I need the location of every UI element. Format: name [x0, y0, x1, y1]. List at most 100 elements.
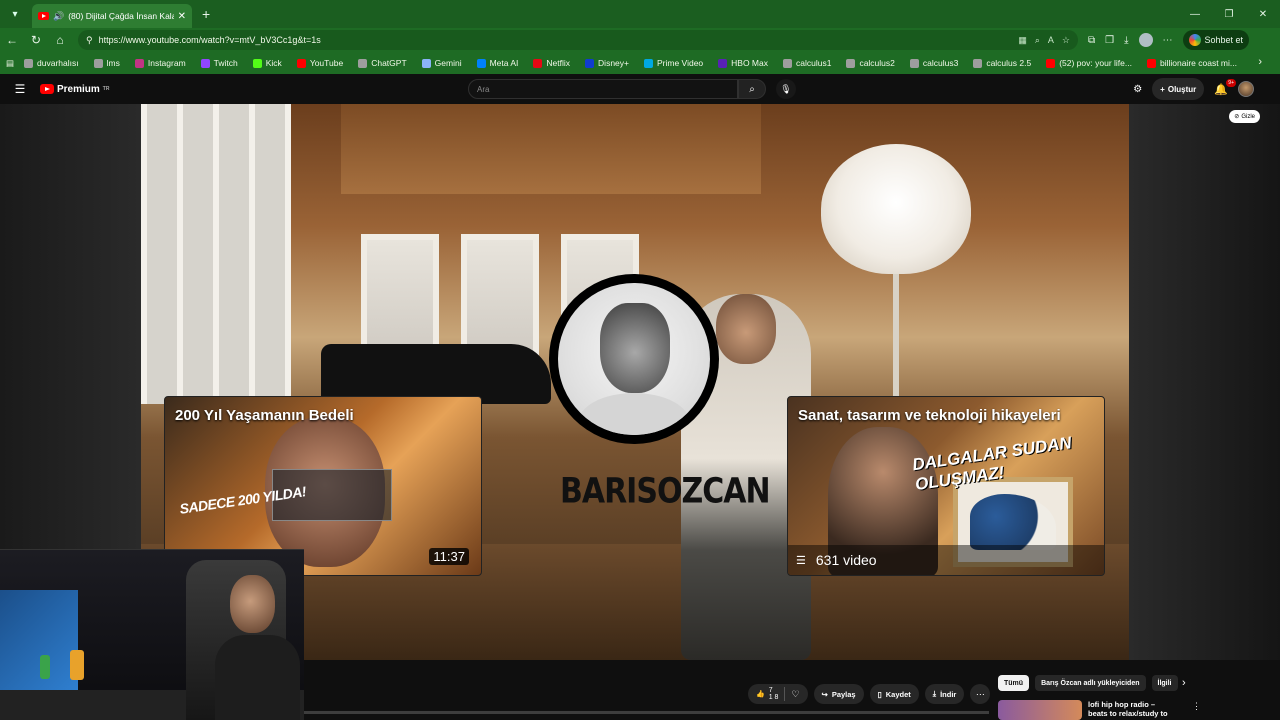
- create-label: Oluştur: [1167, 84, 1197, 94]
- bookmark-item[interactable]: lms: [93, 58, 120, 68]
- bookmark-item[interactable]: Kick: [252, 58, 282, 68]
- chip-from-uploader[interactable]: Barış Özcan adlı yükleyiciden: [1035, 675, 1146, 691]
- bookmark-item[interactable]: calculus1: [783, 58, 831, 68]
- bookmark-item[interactable]: YouTube: [296, 58, 343, 68]
- new-tab-button[interactable]: +: [202, 6, 210, 22]
- youtube-studio-icon[interactable]: ⚙: [1133, 84, 1142, 95]
- bookmark-item[interactable]: calculus 2.5: [973, 58, 1031, 68]
- home-icon[interactable]: ⌂: [48, 33, 72, 47]
- bookmark-item[interactable]: Gemini: [421, 58, 462, 68]
- bookmark-label: Disney+: [598, 58, 629, 68]
- bookmark-favicon-icon: [973, 58, 983, 68]
- bookmark-item[interactable]: Disney+: [585, 58, 629, 68]
- notifications-icon[interactable]: 🔔 9+: [1214, 78, 1236, 96]
- bookmark-label: Meta AI: [489, 58, 519, 68]
- voice-search-icon[interactable]: 🎙: [776, 79, 796, 99]
- chip-all[interactable]: Tümü: [998, 675, 1030, 691]
- bookmarks-bar: ▤ duvarhalısı lms Instagram Twitch Kick YouTu…: [0, 52, 1280, 74]
- notification-badge: 9+: [1226, 78, 1236, 87]
- bookmarks-menu-icon[interactable]: ▤: [6, 58, 14, 69]
- chips-next-icon[interactable]: ›: [1182, 677, 1186, 689]
- account-avatar[interactable]: [1238, 81, 1254, 97]
- bookmark-label: HBO Max: [731, 58, 768, 68]
- bookmark-item[interactable]: HBO Max: [718, 58, 768, 68]
- url-field[interactable]: ⚲ https://www.youtube.com/watch?v=mtV_bV…: [78, 30, 1078, 50]
- collections-icon[interactable]: ❒: [1105, 35, 1114, 46]
- restore-icon[interactable]: ❐: [1212, 0, 1246, 28]
- bookmark-favicon-icon: [909, 58, 919, 68]
- bookmark-item[interactable]: Prime Video: [644, 58, 703, 68]
- bookmark-favicon-icon: [421, 58, 431, 68]
- like-count: 7 1 8: [769, 687, 779, 701]
- youtube-logo[interactable]: Premium TR: [40, 84, 109, 95]
- profile-avatar[interactable]: [1138, 33, 1153, 47]
- site-info-icon[interactable]: ⚲: [86, 35, 93, 46]
- recommendation-menu-icon[interactable]: ⋮: [1192, 701, 1201, 712]
- scrollbar-track[interactable]: [304, 711, 989, 714]
- scene-window-wall: [141, 104, 291, 404]
- address-bar-row: ← ↻ ⌂ ⚲ https://www.youtube.com/watch?v=…: [0, 28, 1280, 52]
- downloads-icon[interactable]: ⤓: [1124, 35, 1128, 46]
- video-actions: 👍 7 1 8 ♡ ↪ Paylaş ▯ Kaydet ⤓ İndir ⋯: [748, 684, 991, 704]
- close-window-icon[interactable]: ✕: [1246, 0, 1280, 28]
- playlist-icon: ☰: [796, 554, 806, 567]
- search-input[interactable]: Ara: [468, 79, 738, 99]
- like-dislike-group: 👍 7 1 8 ♡: [748, 684, 808, 704]
- download-button[interactable]: ⤓ İndir: [924, 684, 965, 704]
- share-button[interactable]: ↪ Paylaş: [813, 684, 864, 704]
- bookmark-item[interactable]: Netflix: [533, 58, 570, 68]
- scene-lamp: [821, 144, 971, 274]
- copilot-label: Sohbet et: [1204, 35, 1244, 45]
- endscreen-channel-subscribe[interactable]: [549, 274, 719, 444]
- apps-icon[interactable]: ▦: [1018, 35, 1027, 46]
- more-menu-icon[interactable]: ⋯: [1163, 35, 1173, 46]
- webcam-monitor: [0, 590, 78, 690]
- bookmark-item[interactable]: calculus3: [909, 58, 958, 68]
- video-duration: 11:37: [429, 548, 469, 565]
- endscreen-playlist-card[interactable]: DALGALAR SUDAN OLUŞMAZ! Sanat, tasarım v…: [787, 396, 1105, 576]
- like-count-bottom: 1 8: [768, 694, 779, 701]
- tab-list-button[interactable]: ▾: [4, 3, 26, 25]
- bookmark-favicon-icon: [200, 58, 210, 68]
- bookmark-label: Prime Video: [657, 58, 704, 68]
- hide-endscreen-button[interactable]: ⊘ Gizle: [1229, 110, 1260, 123]
- scene-piano: [321, 344, 551, 404]
- save-button[interactable]: ▯ Kaydet: [869, 684, 919, 704]
- bookmark-label: ChatGPT: [371, 58, 407, 68]
- reload-icon[interactable]: ↻: [24, 33, 48, 47]
- bookmark-item[interactable]: Meta AI: [476, 58, 519, 68]
- like-button[interactable]: 👍 7 1 8: [748, 687, 786, 701]
- bookmark-item[interactable]: Instagram: [134, 58, 186, 68]
- related-chips: Tümü Barış Özcan adlı yükleyiciden İlgil…: [998, 675, 1178, 691]
- more-actions-icon[interactable]: ⋯: [970, 684, 991, 704]
- bookmark-favicon-icon: [644, 58, 653, 68]
- bookmark-favicon-icon: [585, 58, 595, 68]
- bookmark-item[interactable]: calculus2: [846, 58, 895, 68]
- guide-menu-icon[interactable]: ☰: [0, 82, 40, 96]
- minimize-icon[interactable]: —: [1178, 0, 1212, 28]
- bookmark-label: billionaire coast mi...: [1159, 58, 1237, 68]
- bookmarks-overflow-icon[interactable]: ›: [1258, 56, 1262, 68]
- create-button[interactable]: + Oluştur: [1152, 78, 1205, 100]
- bookmark-item[interactable]: billionaire coast mi...: [1146, 58, 1237, 68]
- zoom-icon[interactable]: ⌕: [1035, 35, 1040, 46]
- copilot-button[interactable]: Sohbet et: [1182, 30, 1250, 50]
- audio-playing-icon[interactable]: 🔊: [53, 11, 64, 22]
- favorite-star-icon[interactable]: ☆: [1062, 35, 1070, 46]
- recommendation-item[interactable]: lofi hip hop radio – beats to relax/stud…: [998, 700, 1168, 720]
- dislike-button[interactable]: ♡: [785, 689, 807, 700]
- bookmark-item[interactable]: Twitch: [200, 58, 238, 68]
- back-icon[interactable]: ←: [0, 33, 24, 47]
- search-icon[interactable]: ⌕: [738, 79, 766, 99]
- tab-close-icon[interactable]: ✕: [178, 11, 186, 22]
- bookmark-label: lms: [106, 58, 120, 68]
- bookmark-item[interactable]: (52) pov: your life...: [1046, 58, 1132, 68]
- logo-text: Premium: [57, 83, 100, 95]
- browser-tab-active[interactable]: 🔊 (80) Dijital Çağda İnsan Kalab ✕: [32, 4, 192, 28]
- extensions-icon[interactable]: ⧉: [1088, 35, 1095, 46]
- bookmark-item[interactable]: ChatGPT: [358, 58, 407, 68]
- chip-related[interactable]: İlgili: [1151, 675, 1178, 691]
- scene-ceiling: [341, 104, 761, 194]
- read-aloud-icon[interactable]: A: [1048, 35, 1054, 46]
- bookmark-item[interactable]: duvarhalısı: [24, 58, 79, 68]
